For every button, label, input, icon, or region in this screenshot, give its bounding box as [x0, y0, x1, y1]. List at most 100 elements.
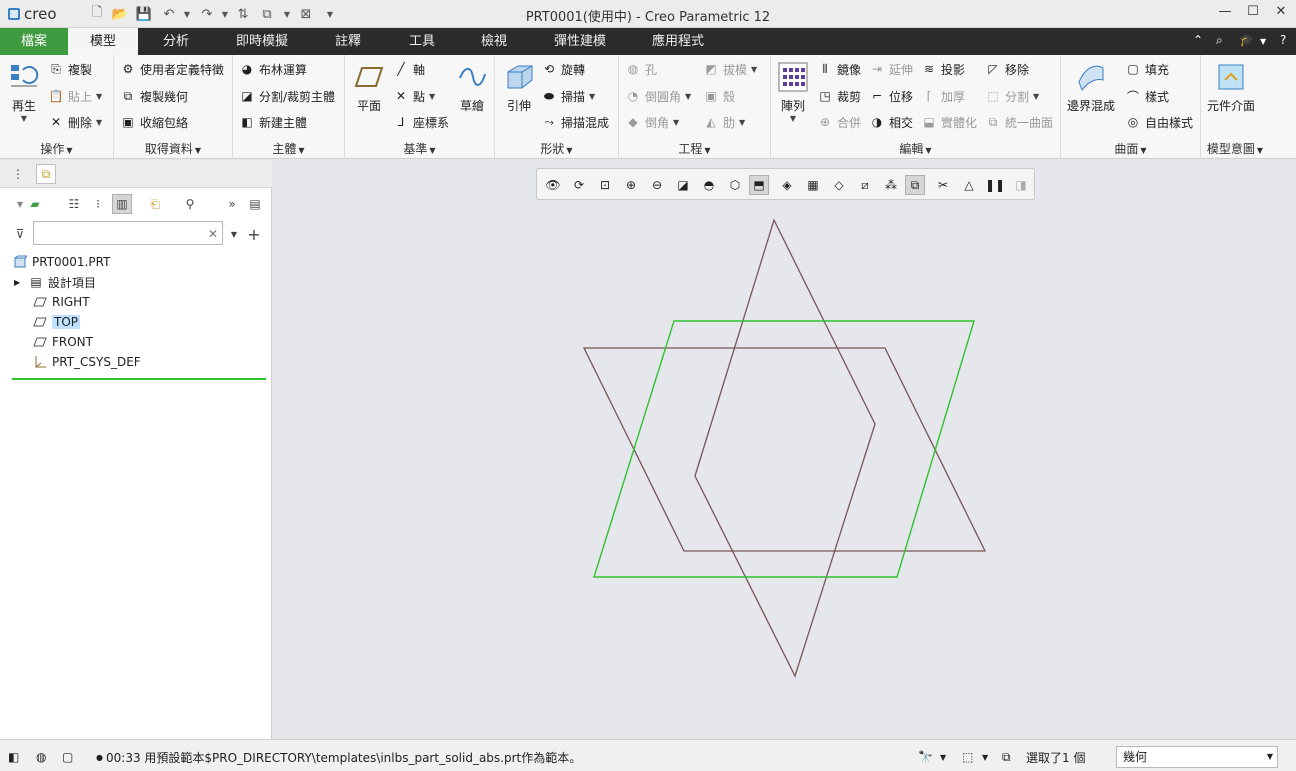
- clear-search-icon[interactable]: ✕: [203, 224, 223, 244]
- tab-flexible-modeling[interactable]: 彈性建模: [530, 28, 630, 55]
- tree-properties-icon[interactable]: ▤: [245, 194, 265, 214]
- point-button[interactable]: ✕ 點 ▼: [393, 86, 435, 106]
- datum-plane-top-selected[interactable]: [593, 320, 975, 578]
- hole-button[interactable]: ◍ 孔: [625, 59, 657, 79]
- display-style-icon[interactable]: ◓: [699, 175, 719, 195]
- browser-toggle-icon[interactable]: ◍: [36, 748, 46, 766]
- pause-icon[interactable]: ❚❚: [985, 175, 1005, 195]
- swept-blend-button[interactable]: ⤳ 掃描混成: [541, 112, 609, 132]
- tree-item-design-items[interactable]: ▶ ▤ 設計項目: [14, 272, 96, 292]
- learning-dropdown-icon[interactable]: ▼: [1260, 37, 1266, 46]
- find-icon[interactable]: 🔭: [918, 748, 933, 766]
- tree-filter-settings-icon[interactable]: ⚲: [180, 194, 200, 214]
- selection-count[interactable]: 選取了1 個: [1026, 748, 1085, 766]
- datum-plane-front[interactable]: [694, 218, 876, 678]
- graphics-window[interactable]: [273, 160, 1296, 739]
- maximize-icon[interactable]: ☐: [1242, 4, 1264, 24]
- help-icon[interactable]: ?: [1280, 33, 1286, 47]
- spin-center-display-icon[interactable]: ✂: [933, 175, 953, 195]
- boundary-blend-button[interactable]: 邊界混成: [1067, 61, 1115, 114]
- find-dropdown-icon[interactable]: ▼: [940, 748, 946, 766]
- zoom-in-icon[interactable]: ⊕: [621, 175, 641, 195]
- new-body-button[interactable]: ◧ 新建主體: [239, 112, 307, 132]
- tree-item-csys[interactable]: PRT_CSYS_DEF: [32, 352, 141, 372]
- expand-arrow-icon[interactable]: ▶: [14, 278, 28, 287]
- round-button[interactable]: ◔ 倒圓角 ▼: [625, 86, 691, 106]
- copy-geometry-button[interactable]: ⧉ 複製幾何: [120, 86, 188, 106]
- selected-items-icon[interactable]: ⧉: [1002, 748, 1011, 766]
- group-get-data-label[interactable]: 取得資料 ▼: [114, 140, 232, 157]
- paste-button[interactable]: 📋 貼上 ▼: [48, 86, 103, 106]
- plane-button[interactable]: 平面: [353, 61, 385, 114]
- tree-layers-icon[interactable]: ▥: [112, 194, 132, 214]
- tab-view[interactable]: 檢視: [458, 28, 530, 55]
- box-select-dropdown-icon[interactable]: ▼: [982, 748, 988, 766]
- datum-axes-display-icon[interactable]: ⁂: [881, 175, 901, 195]
- rib-button[interactable]: ◭ 肋 ▼: [703, 112, 745, 132]
- sketch-button[interactable]: 草繪: [456, 61, 488, 114]
- component-interface-button[interactable]: 元件介面: [1207, 61, 1255, 114]
- chamfer-button[interactable]: ◆ 倒角 ▼: [625, 112, 679, 132]
- selection-filter-select[interactable]: 幾何 ▼: [1116, 746, 1278, 768]
- solidify-button[interactable]: ⬓ 實體化: [921, 112, 977, 132]
- spin-center-icon[interactable]: ⟳: [569, 175, 589, 195]
- annotation-display-icon[interactable]: △: [959, 175, 979, 195]
- group-body-label[interactable]: 主體 ▼: [233, 140, 344, 157]
- draft-button[interactable]: ◩ 拔模 ▼: [703, 59, 757, 79]
- tab-analysis[interactable]: 分析: [138, 28, 214, 55]
- close-icon[interactable]: ✕: [1270, 4, 1292, 24]
- split-button[interactable]: ⬚ 分割 ▼: [985, 86, 1039, 106]
- pattern-button[interactable]: 陣列 ▼: [777, 61, 809, 123]
- tree-columns-icon[interactable]: ⁝: [88, 194, 108, 214]
- folder-browser-tab-icon[interactable]: ⧉: [36, 164, 56, 184]
- pattern-dropdown-icon[interactable]: ▼: [790, 114, 796, 123]
- regenerate-button[interactable]: 再生 ▼: [8, 61, 40, 123]
- view-manager-icon[interactable]: ⬒: [749, 175, 769, 195]
- tab-tools[interactable]: 工具: [386, 28, 458, 55]
- tree-item-top[interactable]: TOP: [32, 312, 81, 332]
- more-tools-icon[interactable]: »: [222, 194, 242, 214]
- minimize-icon[interactable]: —: [1214, 4, 1236, 24]
- extend-button[interactable]: ⇥ 延伸: [869, 59, 913, 79]
- delete-dropdown-icon[interactable]: ▼: [96, 118, 102, 127]
- regenerate-dropdown-icon[interactable]: ▼: [21, 114, 27, 123]
- tab-live-simulation[interactable]: 即時模擬: [214, 28, 310, 55]
- refit-icon[interactable]: ⊡: [595, 175, 615, 195]
- shell-button[interactable]: ▣ 殼: [703, 86, 735, 106]
- merge-button[interactable]: ⊕ 合併: [817, 112, 861, 132]
- datum-planes-view[interactable]: [273, 160, 1296, 739]
- insert-here-indicator[interactable]: [12, 378, 266, 380]
- full-screen-icon[interactable]: ▢: [62, 748, 73, 766]
- add-filter-icon[interactable]: +: [244, 224, 264, 244]
- split-dropdown-icon[interactable]: ▼: [1033, 92, 1039, 101]
- round-dropdown-icon[interactable]: ▼: [685, 92, 691, 101]
- datum-plane-right[interactable]: [582, 347, 987, 552]
- chamfer-dropdown-icon[interactable]: ▼: [673, 118, 679, 127]
- shrinkwrap-button[interactable]: ▣ 收縮包絡: [120, 112, 188, 132]
- tab-applications[interactable]: 應用程式: [630, 28, 726, 55]
- search-dropdown-icon[interactable]: ▼: [224, 224, 244, 244]
- boolean-button[interactable]: ◕ 布林運算: [239, 59, 307, 79]
- freestyle-button[interactable]: ◎ 自由樣式: [1125, 112, 1193, 132]
- revolve-button[interactable]: ⟲ 旋轉: [541, 59, 585, 79]
- repaint-icon[interactable]: ◪: [673, 175, 693, 195]
- learning-icon[interactable]: 🎓: [1239, 33, 1254, 47]
- model-tree-search-input[interactable]: [33, 221, 223, 245]
- tree-root[interactable]: PRT0001.PRT: [12, 252, 110, 272]
- collapse-ribbon-icon[interactable]: ⌃: [1193, 33, 1203, 47]
- sweep-dropdown-icon[interactable]: ▼: [589, 92, 595, 101]
- remove-button[interactable]: ◸ 移除: [985, 59, 1029, 79]
- point-dropdown-icon[interactable]: ▼: [429, 92, 435, 101]
- style-button[interactable]: ⌒ 樣式: [1125, 86, 1169, 106]
- tab-model[interactable]: 模型: [68, 28, 138, 55]
- tab-annotate[interactable]: 註釋: [310, 28, 386, 55]
- group-shapes-label[interactable]: 形狀 ▼: [495, 140, 618, 157]
- copy-button[interactable]: ⎘ 複製: [48, 59, 92, 79]
- offset-button[interactable]: ⌐ 位移: [869, 86, 913, 106]
- perspective-icon[interactable]: ▦: [803, 175, 823, 195]
- group-operations-label[interactable]: 操作 ▼: [0, 140, 113, 157]
- group-editing-label[interactable]: 編輯 ▼: [771, 140, 1060, 157]
- udf-button[interactable]: ⚙ 使用者定義特徵: [120, 59, 224, 79]
- group-engineering-label[interactable]: 工程 ▼: [619, 140, 770, 157]
- trim-button[interactable]: ◳ 裁剪: [817, 86, 861, 106]
